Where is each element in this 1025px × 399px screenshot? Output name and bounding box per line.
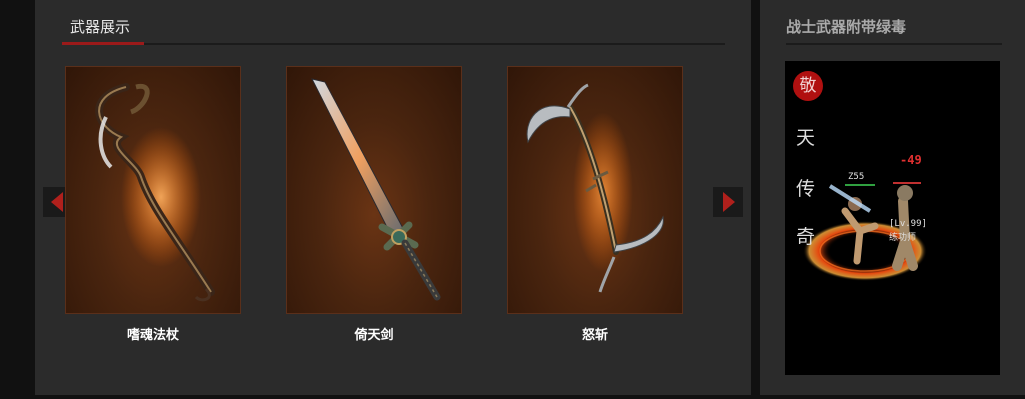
weapon-name-scythe: 怒斩	[581, 328, 608, 343]
weapon-card-scythe[interactable]	[507, 66, 683, 314]
scythe-icon	[526, 83, 664, 293]
vertical-char-3: 奇	[796, 226, 816, 248]
weapon-card-staff[interactable]	[65, 66, 241, 314]
sword-icon	[311, 78, 441, 301]
next-button[interactable]	[713, 187, 743, 217]
section-title: 武器展示	[70, 18, 131, 36]
seal-stamp: 敬	[793, 71, 823, 101]
video-title: 战士武器附带绿毒	[786, 18, 907, 36]
weapon-showcase-panel: 武器展示 嗜魂法杖 倚天剑 怒斩	[35, 0, 751, 395]
enemy-number: Z55	[848, 172, 865, 182]
damage-number: -49	[900, 153, 922, 167]
title-divider	[62, 43, 725, 45]
npc-level: [Lv.99]	[889, 219, 927, 229]
staff-icon	[95, 83, 215, 302]
npc-name: 练功师	[889, 233, 917, 243]
weapon-name-staff: 嗜魂法杖	[126, 328, 179, 343]
vertical-char-1: 天	[796, 127, 816, 149]
video-title-divider	[786, 43, 1002, 45]
video-panel: 战士武器附带绿毒 敬 天 传 奇 Z55 -49 [Lv.99] 练功师	[760, 0, 1025, 395]
vertical-char-2: 传	[796, 178, 816, 200]
title-accent-bar	[62, 42, 144, 45]
gameplay-video[interactable]: 敬 天 传 奇 Z55 -49 [Lv.99] 练功师	[785, 61, 1000, 375]
weapon-name-sword: 倚天剑	[354, 328, 394, 343]
triangle-right-icon	[723, 192, 735, 212]
gameplay-scene	[803, 182, 927, 281]
weapon-card-sword[interactable]	[286, 66, 462, 314]
